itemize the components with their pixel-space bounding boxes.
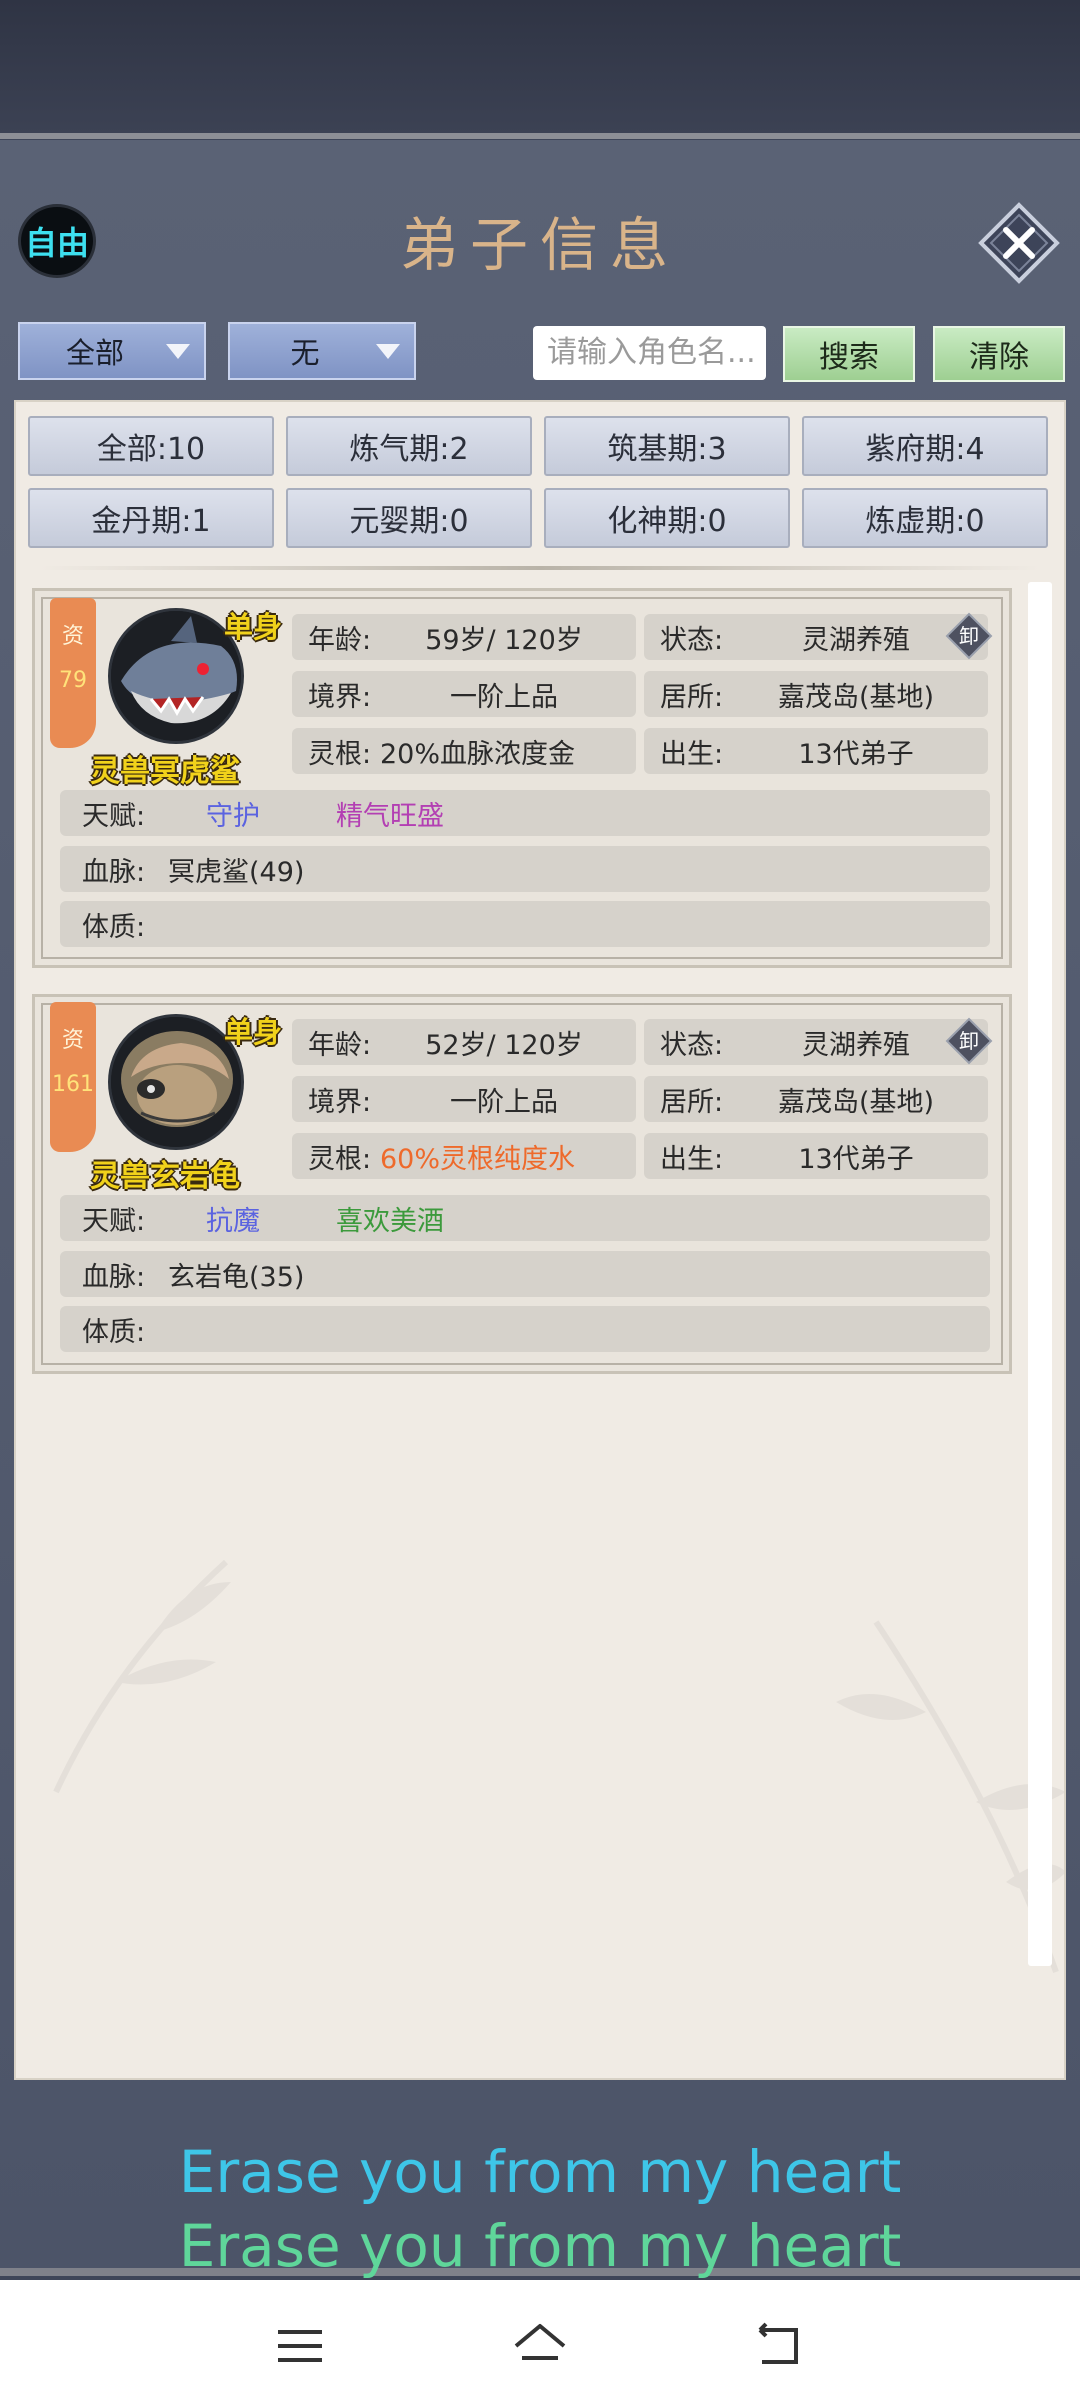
beast-name: 灵兽冥虎鲨 xyxy=(90,754,240,789)
field-value: 嘉茂岛(基地) xyxy=(777,1086,935,1118)
field-label: 居所: xyxy=(660,681,724,713)
talent-row: 天赋: 守护 精气旺盛 xyxy=(60,790,990,836)
realm-tab[interactable]: 元婴期:0 xyxy=(286,488,532,548)
realm-field: 境界: 一阶上品 xyxy=(292,671,636,717)
unload-button[interactable]: 卸 xyxy=(945,1017,993,1065)
spirit-root-field: 灵根: 60%灵根纯度水 xyxy=(292,1133,636,1179)
filter-dropdown-none[interactable]: 无 xyxy=(228,322,416,380)
realm-tab[interactable]: 全部:10 xyxy=(28,416,274,476)
row-label: 体质: xyxy=(82,911,146,943)
talent-row: 天赋: 抗魔 喜欢美酒 xyxy=(60,1195,990,1241)
aptitude-badge: 资 161 xyxy=(50,1002,96,1152)
talent-item: 喜欢美酒 xyxy=(336,1205,444,1237)
birth-field: 出生: 13代弟子 xyxy=(644,728,988,774)
bloodline-row: 血脉: 玄岩龟(35) xyxy=(60,1251,990,1297)
search-button[interactable]: 搜索 xyxy=(783,326,915,382)
age-field: 年龄: 59岁/ 120岁 xyxy=(292,614,636,660)
page-title: 弟子信息 xyxy=(399,211,680,279)
realm-tab[interactable]: 炼气期:2 xyxy=(286,416,532,476)
field-label: 年龄: xyxy=(308,624,372,656)
field-value: 嘉茂岛(基地) xyxy=(777,681,935,713)
field-label: 境界: xyxy=(308,681,372,713)
single-tag: 单身 xyxy=(224,1015,283,1049)
field-value: 13代弟子 xyxy=(798,1143,914,1175)
field-label: 居所: xyxy=(660,1086,724,1118)
section-divider xyxy=(40,566,1040,570)
unload-button[interactable]: 卸 xyxy=(945,612,993,660)
aptitude-badge: 资 79 xyxy=(50,598,96,748)
field-label: 年龄: xyxy=(308,1029,372,1061)
realm-tab[interactable]: 金丹期:1 xyxy=(28,488,274,548)
row-value: 冥虎鲨(49) xyxy=(168,856,305,888)
search-input[interactable]: 请输入角色名... xyxy=(533,326,766,380)
spirit-root-field: 灵根: 20%血脉浓度金 xyxy=(292,728,636,774)
row-label: 天赋: xyxy=(82,800,146,832)
field-label: 状态: xyxy=(660,1029,724,1061)
bloodline-row: 血脉: 冥虎鲨(49) xyxy=(60,846,990,892)
realm-tab[interactable]: 炼虚期:0 xyxy=(802,488,1048,548)
realm-field: 境界: 一阶上品 xyxy=(292,1076,636,1122)
lyric-line: Erase you from my heart xyxy=(178,2138,902,2206)
back-icon[interactable] xyxy=(750,2318,810,2374)
aptitude-value: 161 xyxy=(52,1072,94,1097)
talent-item: 抗魔 xyxy=(206,1205,260,1237)
field-label: 出生: xyxy=(660,738,724,770)
field-value: 52岁/ 120岁 xyxy=(425,1029,583,1061)
filter-dropdown-all[interactable]: 全部 xyxy=(18,322,206,380)
home-field: 居所: 嘉茂岛(基地) xyxy=(644,671,988,717)
home-icon[interactable] xyxy=(510,2318,570,2374)
beast-name: 灵兽玄岩龟 xyxy=(90,1159,240,1194)
clear-button[interactable]: 清除 xyxy=(933,326,1065,382)
top-border-line xyxy=(0,133,1080,139)
unload-label: 卸 xyxy=(959,1029,979,1053)
realm-tab[interactable]: 紫府期:4 xyxy=(802,416,1048,476)
top-dark-bar xyxy=(0,0,1080,136)
age-field: 年龄: 52岁/ 120岁 xyxy=(292,1019,636,1065)
status-field: 状态: 灵湖养殖 xyxy=(644,1019,988,1065)
aptitude-value: 79 xyxy=(59,668,87,693)
field-label: 状态: xyxy=(660,624,724,656)
unload-label: 卸 xyxy=(959,624,979,648)
menu-icon[interactable] xyxy=(270,2318,330,2374)
realm-tab[interactable]: 化神期:0 xyxy=(544,488,790,548)
field-value: 60%灵根纯度水 xyxy=(380,1143,576,1175)
field-label: 出生: xyxy=(660,1143,724,1175)
single-tag: 单身 xyxy=(224,610,283,644)
field-value: 20%血脉浓度金 xyxy=(380,738,576,770)
row-label: 天赋: xyxy=(82,1205,146,1237)
field-label: 灵根: xyxy=(308,738,372,770)
chevron-down-icon xyxy=(376,344,400,359)
home-field: 居所: 嘉茂岛(基地) xyxy=(644,1076,988,1122)
status-field: 状态: 灵湖养殖 xyxy=(644,614,988,660)
row-label: 体质: xyxy=(82,1316,146,1348)
aptitude-label: 资 xyxy=(61,1028,84,1053)
field-label: 灵根: xyxy=(308,1143,372,1175)
talent-item: 精气旺盛 xyxy=(336,800,444,832)
field-value: 13代弟子 xyxy=(798,738,914,770)
field-value: 一阶上品 xyxy=(450,1086,558,1118)
bamboo-decoration xyxy=(53,1559,231,1794)
field-label: 境界: xyxy=(308,1086,372,1118)
free-mode-button[interactable]: 自由 xyxy=(18,204,96,278)
scrollbar[interactable] xyxy=(1028,582,1052,1966)
row-value: 玄岩龟(35) xyxy=(168,1261,305,1293)
field-value: 59岁/ 120岁 xyxy=(425,624,583,656)
close-icon[interactable] xyxy=(978,202,1060,284)
realm-tab[interactable]: 筑基期:3 xyxy=(544,416,790,476)
birth-field: 出生: 13代弟子 xyxy=(644,1133,988,1179)
field-value: 一阶上品 xyxy=(450,681,558,713)
aptitude-label: 资 xyxy=(61,624,84,649)
lyric-line: Erase you from my heart xyxy=(178,2212,902,2280)
row-label: 血脉: xyxy=(82,1261,146,1293)
row-label: 血脉: xyxy=(82,856,146,888)
chevron-down-icon xyxy=(166,344,190,359)
physique-row: 体质: xyxy=(60,1306,990,1352)
physique-row: 体质: xyxy=(60,901,990,947)
talent-item: 守护 xyxy=(206,800,260,832)
